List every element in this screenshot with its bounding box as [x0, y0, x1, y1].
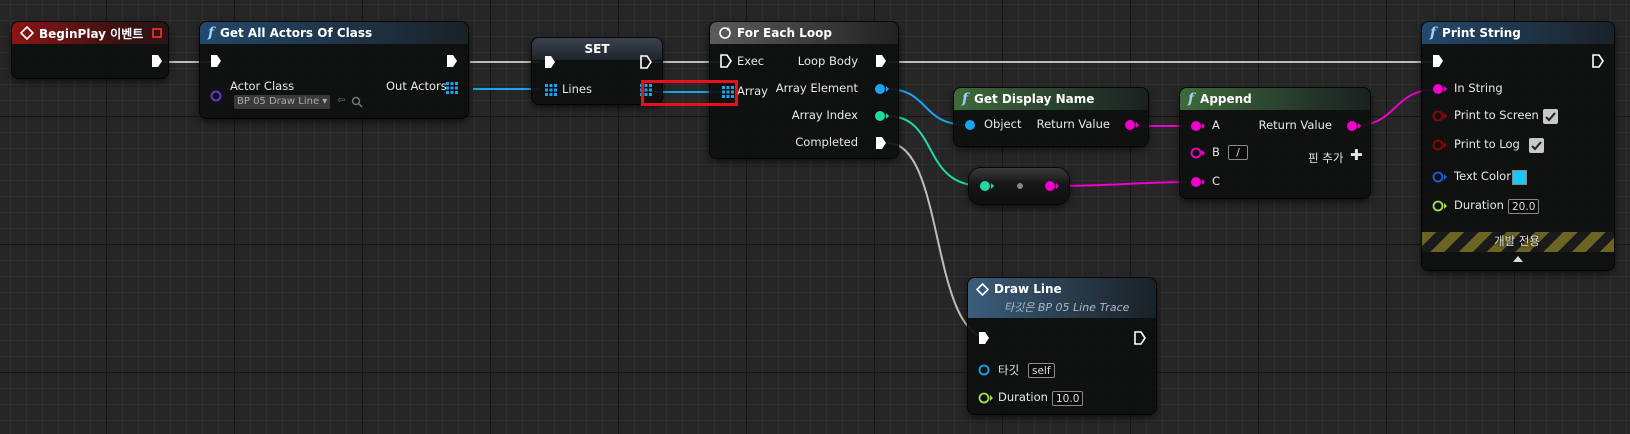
exec-in-pin-hollow[interactable] — [720, 54, 732, 68]
function-icon: f — [962, 91, 969, 107]
class-pin-icon[interactable] — [210, 90, 222, 102]
out-actors-label: Out Actors — [386, 79, 447, 93]
string-in-pin-icon[interactable] — [1432, 83, 1448, 95]
exec-in-pin[interactable] — [1432, 54, 1444, 68]
event-diamond-icon — [20, 26, 34, 40]
string-in-pin-icon[interactable] — [1190, 120, 1206, 132]
string-out-pin-icon[interactable] — [1044, 180, 1060, 192]
draw-line-node[interactable]: Draw Line 타깃은 BP 05 Line Trace 타깃 self D… — [968, 278, 1156, 414]
duration-input[interactable]: 20.0 — [1508, 199, 1540, 214]
node-title: SET — [584, 42, 610, 56]
development-only-label: 개발 전용 — [1494, 234, 1540, 248]
node-subtitle: 타깃은 BP 05 Line Trace — [1004, 301, 1130, 314]
color-in-pin-icon[interactable] — [1432, 171, 1448, 183]
c-label: C — [1212, 174, 1221, 188]
exec-out-pin[interactable] — [151, 54, 163, 68]
get-display-name-node[interactable]: f Get Display Name Object Return Value — [954, 88, 1148, 146]
node-title: Get Display Name — [974, 92, 1095, 106]
bool-in-pin-icon[interactable] — [1432, 139, 1448, 151]
loop-body-label: Loop Body — [797, 54, 858, 68]
print-string-node[interactable]: f Print String In String Print to Screen … — [1422, 22, 1614, 270]
bool-in-pin-icon[interactable] — [1432, 110, 1448, 122]
duration-label: Duration — [998, 390, 1048, 404]
target-label: 타깃 — [998, 363, 1020, 377]
string-out-pin-icon[interactable] — [1346, 120, 1362, 132]
use-selected-icon[interactable]: ⇦ — [337, 95, 345, 106]
b-label: B — [1212, 145, 1220, 159]
string-out-pin-icon[interactable] — [1124, 119, 1140, 131]
int-in-pin-icon[interactable] — [979, 180, 995, 192]
exec-in-pin[interactable] — [544, 55, 556, 69]
return-value-label: Return Value — [1036, 117, 1110, 131]
function-icon: f — [1188, 91, 1195, 107]
exec-out-pin-hollow[interactable] — [640, 55, 652, 69]
expand-arrow-icon[interactable] — [1512, 255, 1524, 263]
array-in-pin-icon[interactable] — [545, 84, 557, 96]
node-title: For Each Loop — [737, 26, 832, 40]
conversion-dot-icon — [1017, 183, 1023, 189]
string-in-pin-icon[interactable] — [1190, 176, 1206, 188]
checkmark-icon — [1531, 141, 1542, 151]
return-value-label: Return Value — [1258, 118, 1332, 132]
print-to-screen-label: Print to Screen — [1454, 108, 1539, 122]
node-title: Print String — [1442, 26, 1521, 40]
float-in-pin-icon[interactable] — [1432, 200, 1448, 212]
exec-out-pin[interactable] — [446, 54, 458, 68]
array-out-pin-icon[interactable] — [446, 82, 458, 94]
beginplay-event-node[interactable]: BeginPlay 이벤트 — [12, 22, 168, 78]
node-title: Draw Line — [994, 282, 1062, 296]
function-icon: f — [1430, 25, 1437, 41]
node-title: Append — [1200, 92, 1252, 106]
print-to-log-label: Print to Log — [1454, 137, 1520, 151]
b-value-input[interactable]: / — [1228, 145, 1248, 160]
object-label: Object — [984, 117, 1022, 131]
exec-in-pin[interactable] — [978, 331, 990, 345]
int-to-string-conversion-node[interactable] — [969, 168, 1069, 204]
exec-label: Exec — [737, 54, 765, 68]
loop-icon — [719, 27, 731, 39]
string-in-pin-hollow-icon[interactable] — [1190, 147, 1206, 159]
in-string-label: In String — [1454, 81, 1503, 95]
node-title: Get All Actors Of Class — [220, 26, 373, 40]
object-out-pin-icon[interactable] — [874, 83, 890, 95]
append-node[interactable]: f Append A Return Value B / 핀 추가 ✚ C — [1180, 88, 1370, 198]
checkmark-icon — [1545, 112, 1556, 122]
a-label: A — [1212, 118, 1220, 132]
event-diamond-icon — [976, 282, 989, 296]
text-color-swatch[interactable] — [1512, 170, 1527, 185]
text-color-label: Text Color — [1454, 169, 1511, 183]
completed-exec-pin[interactable] — [875, 136, 887, 150]
exec-out-pin[interactable] — [875, 54, 887, 68]
add-pin-plus-icon[interactable]: ✚ — [1350, 146, 1363, 164]
array-index-label: Array Index — [791, 108, 858, 122]
float-in-pin-icon[interactable] — [978, 392, 994, 404]
duration-label: Duration — [1454, 198, 1504, 212]
for-each-loop-node[interactable]: For Each Loop Exec Array Loop Body Array… — [710, 22, 898, 158]
object-in-pin-icon[interactable] — [978, 364, 990, 376]
actor-class-dropdown[interactable]: BP 05 Draw Line ▾ — [234, 95, 331, 109]
array-label: Array — [737, 84, 768, 98]
target-value-field[interactable]: self — [1028, 363, 1055, 378]
exec-out-pin-hollow[interactable] — [1592, 54, 1604, 68]
duration-input[interactable]: 10.0 — [1052, 391, 1084, 406]
exec-out-pin-hollow[interactable] — [1134, 331, 1146, 345]
highlight-box — [641, 80, 738, 106]
actor-class-label: Actor Class — [230, 79, 295, 93]
get-all-actors-node[interactable]: f Get All Actors Of Class Actor Class BP … — [200, 22, 468, 118]
node-title: BeginPlay 이벤트 — [39, 26, 144, 41]
print-to-screen-checkbox[interactable] — [1543, 109, 1558, 124]
object-in-pin-icon[interactable] — [964, 119, 976, 131]
array-element-label: Array Element — [775, 81, 858, 95]
exec-in-pin[interactable] — [210, 54, 222, 68]
int-out-pin-icon[interactable] — [874, 110, 890, 122]
string-wire-conv-append — [1053, 181, 1196, 187]
add-pin-label: 핀 추가 — [1308, 151, 1344, 165]
browse-search-icon[interactable] — [351, 96, 363, 108]
function-icon: f — [208, 25, 215, 41]
lines-label: Lines — [562, 82, 592, 96]
delegate-pin-icon[interactable] — [152, 28, 162, 38]
print-to-log-checkbox[interactable] — [1529, 138, 1544, 153]
completed-label: Completed — [795, 135, 858, 149]
